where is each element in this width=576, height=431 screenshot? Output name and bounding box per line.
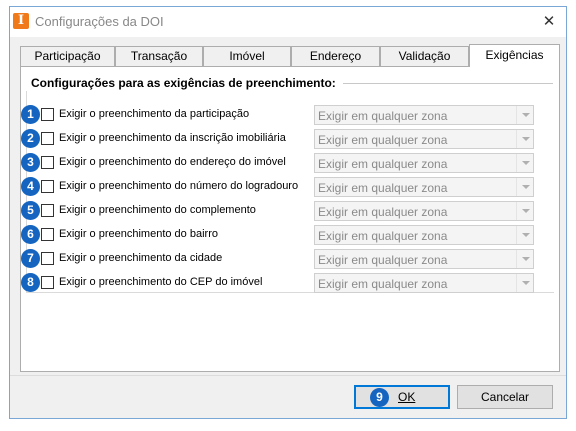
tab-validacao[interactable]: Validação bbox=[380, 46, 469, 66]
cidade-label[interactable]: Exigir o preenchimento da cidade bbox=[59, 252, 222, 264]
participacao-checkbox[interactable] bbox=[41, 108, 54, 121]
participacao-zone-select[interactable]: Exigir em qualquer zona bbox=[314, 105, 534, 125]
select-value: Exigir em qualquer zona bbox=[318, 229, 448, 243]
chevron-down-icon[interactable] bbox=[516, 130, 533, 148]
chevron-down-icon[interactable] bbox=[516, 274, 533, 292]
cidade-checkbox[interactable] bbox=[41, 252, 54, 265]
select-value: Exigir em qualquer zona bbox=[318, 133, 448, 147]
tab-exigencias[interactable]: Exigências bbox=[469, 44, 560, 67]
section-title: Configurações para as exigências de pree… bbox=[31, 76, 336, 90]
step-badge: 4 bbox=[21, 177, 40, 196]
step-badge: 5 bbox=[21, 201, 40, 220]
select-value: Exigir em qualquer zona bbox=[318, 109, 448, 123]
participacao-label[interactable]: Exigir o preenchimento da participação bbox=[59, 108, 249, 120]
chevron-down-icon[interactable] bbox=[516, 178, 533, 196]
cancel-button[interactable]: Cancelar bbox=[457, 385, 553, 409]
select-value: Exigir em qualquer zona bbox=[318, 205, 448, 219]
step-badge: 8 bbox=[21, 273, 40, 292]
tab-participacao[interactable]: Participação bbox=[20, 46, 115, 66]
step-badge: 7 bbox=[21, 249, 40, 268]
step-badge: 3 bbox=[21, 153, 40, 172]
chevron-down-icon[interactable] bbox=[516, 226, 533, 244]
tab-bar: Participação Transação Imóvel Endereço V… bbox=[20, 44, 560, 67]
requirement-row: 8 Exigir o preenchimento do CEP do imóve… bbox=[21, 273, 561, 295]
tab-transacao[interactable]: Transação bbox=[115, 46, 203, 66]
inscricao-label[interactable]: Exigir o preenchimento da inscrição imob… bbox=[59, 132, 286, 144]
inscricao-zone-select[interactable]: Exigir em qualquer zona bbox=[314, 129, 534, 149]
requirement-row: 5 Exigir o preenchimento do complemento … bbox=[21, 201, 561, 223]
chevron-down-icon[interactable] bbox=[516, 250, 533, 268]
chevron-down-icon[interactable] bbox=[516, 202, 533, 220]
ok-button-label: OK bbox=[398, 390, 416, 404]
tab-endereco[interactable]: Endereço bbox=[291, 46, 380, 66]
endereco-checkbox[interactable] bbox=[41, 156, 54, 169]
dialog-window: I Configurações da DOI ✕ Participação Tr… bbox=[9, 6, 567, 419]
step-badge: 6 bbox=[21, 225, 40, 244]
inscricao-checkbox[interactable] bbox=[41, 132, 54, 145]
footer-divider bbox=[10, 375, 566, 376]
requirement-row: 3 Exigir o preenchimento do endereço do … bbox=[21, 153, 561, 175]
numero-label[interactable]: Exigir o preenchimento do número do logr… bbox=[59, 180, 298, 192]
title-bar: I Configurações da DOI ✕ bbox=[10, 7, 566, 37]
complemento-zone-select[interactable]: Exigir em qualquer zona bbox=[314, 201, 534, 221]
numero-checkbox[interactable] bbox=[41, 180, 54, 193]
cep-label[interactable]: Exigir o preenchimento do CEP do imóvel bbox=[59, 276, 262, 288]
close-icon[interactable]: ✕ bbox=[536, 10, 562, 34]
select-value: Exigir em qualquer zona bbox=[318, 181, 448, 195]
bairro-zone-select[interactable]: Exigir em qualquer zona bbox=[314, 225, 534, 245]
select-value: Exigir em qualquer zona bbox=[318, 277, 448, 291]
cep-checkbox[interactable] bbox=[41, 276, 54, 289]
complemento-checkbox[interactable] bbox=[41, 204, 54, 217]
requirement-row: 7 Exigir o preenchimento da cidade Exigi… bbox=[21, 249, 561, 271]
bairro-checkbox[interactable] bbox=[41, 228, 54, 241]
step-badge: 2 bbox=[21, 129, 40, 148]
select-value: Exigir em qualquer zona bbox=[318, 157, 448, 171]
section-divider bbox=[343, 83, 553, 84]
numero-zone-select[interactable]: Exigir em qualquer zona bbox=[314, 177, 534, 197]
cep-zone-select[interactable]: Exigir em qualquer zona bbox=[314, 273, 534, 293]
select-value: Exigir em qualquer zona bbox=[318, 253, 448, 267]
requirement-row: 2 Exigir o preenchimento da inscrição im… bbox=[21, 129, 561, 151]
endereco-zone-select[interactable]: Exigir em qualquer zona bbox=[314, 153, 534, 173]
endereco-label[interactable]: Exigir o preenchimento do endereço do im… bbox=[59, 156, 286, 168]
window-title: Configurações da DOI bbox=[35, 14, 164, 29]
complemento-label[interactable]: Exigir o preenchimento do complemento bbox=[59, 204, 256, 216]
requirement-row: 1 Exigir o preenchimento da participação… bbox=[21, 105, 561, 127]
step-badge: 1 bbox=[21, 105, 40, 124]
chevron-down-icon[interactable] bbox=[516, 106, 533, 124]
bairro-label[interactable]: Exigir o preenchimento do bairro bbox=[59, 228, 218, 240]
requirement-row: 4 Exigir o preenchimento do número do lo… bbox=[21, 177, 561, 199]
tab-panel-exigencias: Configurações para as exigências de pree… bbox=[20, 66, 560, 372]
requirement-row: 6 Exigir o preenchimento do bairro Exigi… bbox=[21, 225, 561, 247]
ok-button[interactable]: 9 OK bbox=[354, 385, 450, 409]
cidade-zone-select[interactable]: Exigir em qualquer zona bbox=[314, 249, 534, 269]
chevron-down-icon[interactable] bbox=[516, 154, 533, 172]
tab-imovel[interactable]: Imóvel bbox=[203, 46, 291, 66]
app-logo-icon: I bbox=[13, 13, 29, 29]
step-badge: 9 bbox=[370, 388, 389, 407]
